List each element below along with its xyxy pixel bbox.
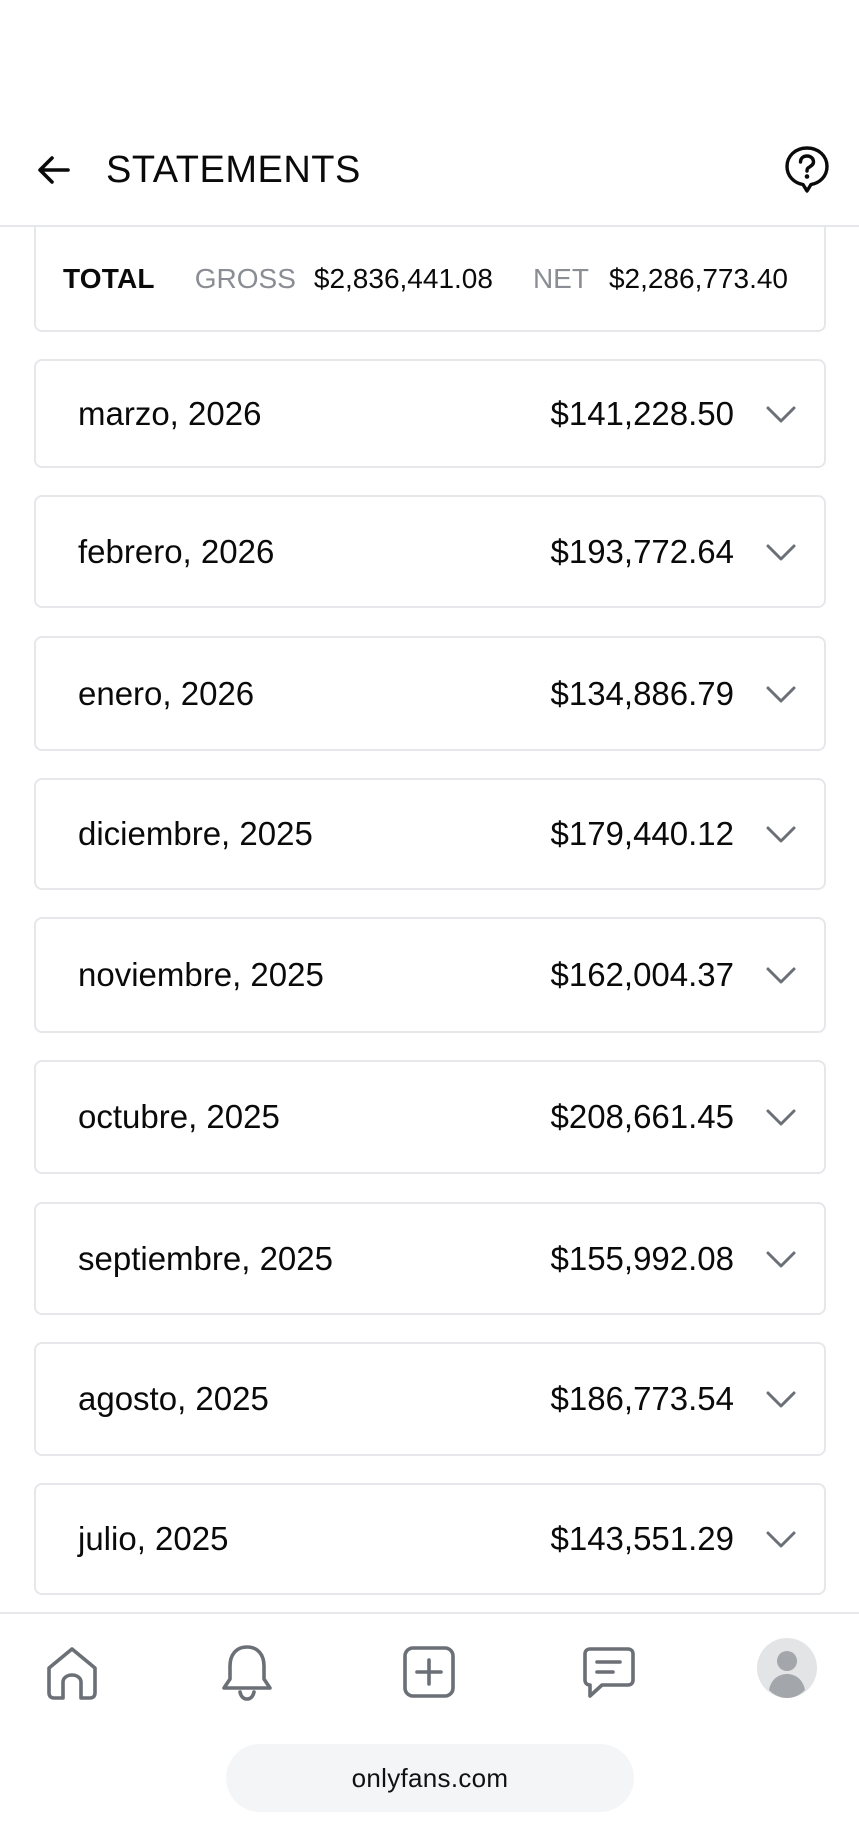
statement-row[interactable]: julio, 2025 $143,551.29 [34,1483,826,1595]
bottom-nav: onlyfans.com [0,1612,859,1830]
statement-row[interactable]: febrero, 2026 $193,772.64 [34,495,826,608]
total-summary: TOTAL GROSS $2,836,441.08 NET $2,286,773… [34,227,826,332]
nav-messages[interactable] [577,1640,641,1704]
statement-month: agosto, 2025 [78,1380,269,1417]
net-value: $2,286,773.40 [608,262,788,294]
statement-row[interactable]: octubre, 2025 $208,661.45 [34,1060,826,1174]
back-button[interactable] [30,146,78,194]
chevron-down-icon[interactable] [764,1522,798,1556]
statement-month: enero, 2026 [78,674,255,712]
statement-month: octubre, 2025 [78,1098,280,1135]
statements-page: STATEMENTS TOTAL GROSS $2,836,441.08 NET… [0,0,859,1830]
url-text: onlyfans.com [351,1762,509,1793]
top-bar: STATEMENTS [0,120,859,227]
statement-amount: $141,228.50 [550,394,734,432]
arrow-left-icon [38,156,70,184]
help-button[interactable] [781,144,833,196]
chevron-down-icon[interactable] [764,677,798,711]
bell-icon [222,1645,272,1701]
gross-label: GROSS [194,262,296,294]
statement-amount: $208,661.45 [550,1098,734,1135]
chevron-down-icon[interactable] [764,1242,798,1276]
nav-new-post[interactable] [397,1640,461,1704]
statement-row[interactable]: agosto, 2025 $186,773.54 [34,1342,826,1456]
nav-notifications[interactable] [215,1640,279,1704]
chat-icon [583,1647,635,1698]
statement-row[interactable]: diciembre, 2025 $179,440.12 [34,778,826,890]
home-icon [47,1647,97,1700]
total-label: TOTAL [63,262,155,294]
statement-amount: $162,004.37 [550,956,734,993]
chevron-down-icon[interactable] [764,397,798,431]
statement-month: febrero, 2026 [78,532,275,570]
statement-month: marzo, 2026 [78,394,262,432]
url-bar[interactable]: onlyfans.com [226,1744,634,1812]
statement-amount: $143,551.29 [550,1520,734,1557]
help-bubble-icon [785,146,829,193]
avatar [757,1638,817,1698]
plus-square-icon [403,1646,455,1698]
statement-amount: $155,992.08 [550,1239,734,1277]
net-label: NET [532,262,589,294]
chevron-down-icon[interactable] [764,1382,798,1416]
statement-amount: $186,773.54 [550,1380,734,1417]
page-title: STATEMENTS [106,149,361,191]
gross-value: $2,836,441.08 [313,262,493,294]
statement-amount: $193,772.64 [550,532,734,570]
statement-row[interactable]: marzo, 2026 $141,228.50 [34,359,826,468]
statement-month: septiembre, 2025 [78,1239,333,1277]
chevron-down-icon[interactable] [764,1100,798,1134]
nav-profile[interactable] [755,1636,819,1700]
statement-amount: $134,886.79 [550,674,734,712]
chevron-down-icon[interactable] [764,535,798,569]
statement-month: julio, 2025 [78,1520,229,1557]
nav-home[interactable] [40,1640,104,1704]
statement-row[interactable]: enero, 2026 $134,886.79 [34,636,826,751]
statement-month: noviembre, 2025 [78,956,324,993]
statement-month: diciembre, 2025 [78,815,313,852]
chevron-down-icon[interactable] [764,817,798,851]
statement-row[interactable]: septiembre, 2025 $155,992.08 [34,1202,826,1315]
chevron-down-icon[interactable] [764,958,798,992]
statement-amount: $179,440.12 [550,815,734,852]
statement-row[interactable]: noviembre, 2025 $162,004.37 [34,917,826,1033]
